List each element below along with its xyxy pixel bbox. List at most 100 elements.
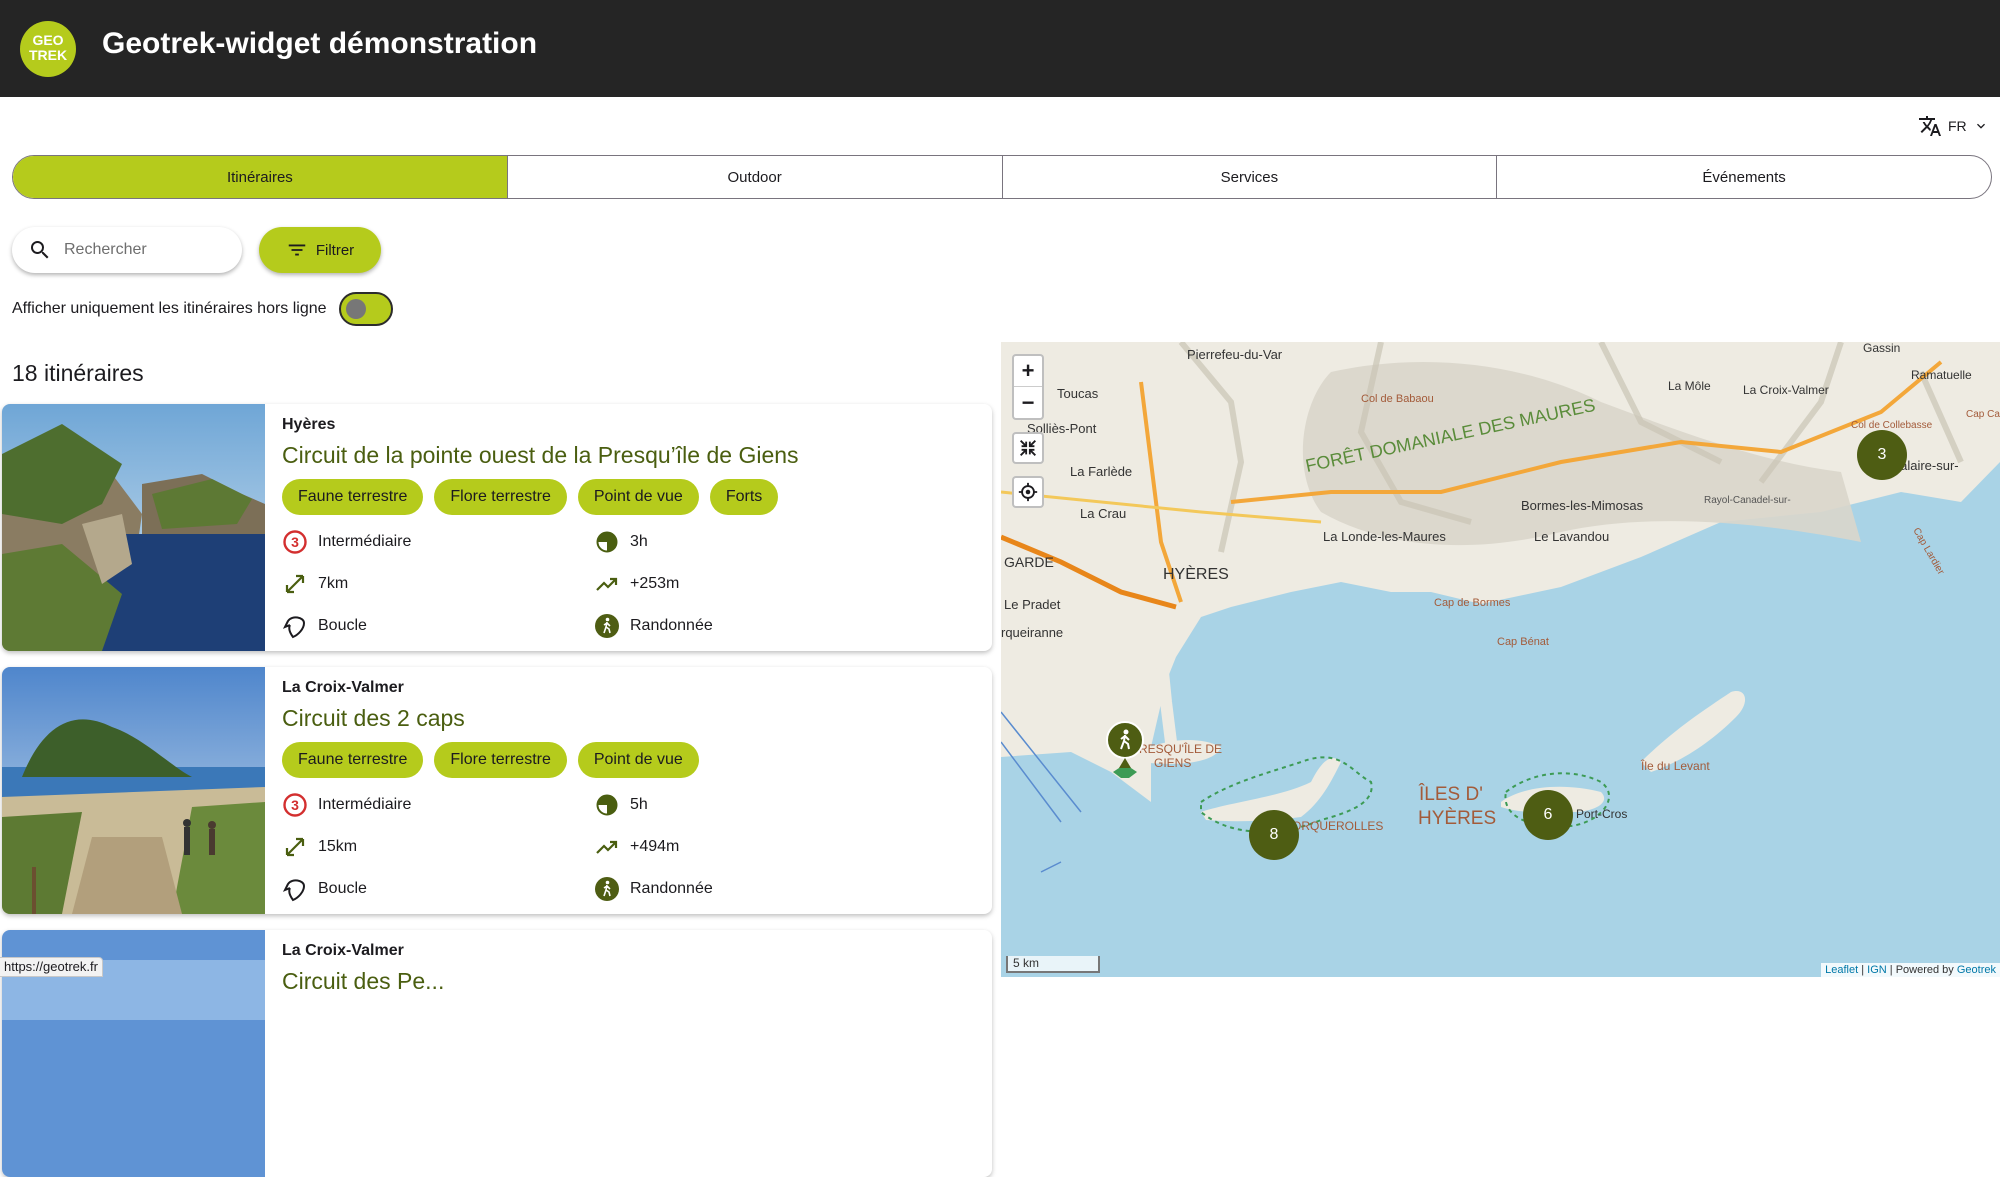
- results-count: 18 itinéraires: [12, 360, 144, 386]
- trek-tag: Flore terrestre: [434, 479, 567, 515]
- offline-filter-row: Afficher uniquement les itinéraires hors…: [12, 292, 393, 326]
- length-arrows-icon: [285, 574, 305, 594]
- trek-tag: Faune terrestre: [282, 479, 424, 515]
- svg-text:La Môle: La Môle: [1668, 379, 1711, 393]
- logo-text-top: GEO: [32, 32, 64, 48]
- filter-button[interactable]: Filtrer: [259, 227, 381, 273]
- map[interactable]: Pierrefeu-du-Var Toucas Solliès-Pont La …: [1001, 342, 2000, 977]
- duration-icon: [596, 794, 618, 816]
- map-cluster-marker[interactable]: 8: [1249, 810, 1299, 860]
- trek-difficulty-label: Intermédiaire: [318, 533, 412, 550]
- category-tabs: Itinéraires Outdoor Services Événements: [12, 155, 1992, 199]
- trek-duration-label: 5h: [630, 796, 648, 813]
- trek-ascent: +494m: [594, 826, 894, 868]
- attribution-geotrek-link[interactable]: Geotrek: [1957, 964, 1996, 976]
- page-title: Geotrek-widget démonstration: [102, 27, 538, 60]
- trek-difficulty: 3 Intermédiaire: [282, 521, 594, 563]
- attribution-ign-link[interactable]: IGN: [1867, 964, 1887, 976]
- trek-infos: 3 Intermédiaire 3h 7km +253m Boucle Rand…: [282, 521, 982, 647]
- trek-route: Boucle: [282, 605, 594, 647]
- svg-text:Cap Bénat: Cap Bénat: [1497, 636, 1549, 648]
- svg-text:ÎLES D': ÎLES D': [1418, 783, 1483, 805]
- svg-text:La Farlède: La Farlède: [1070, 464, 1132, 479]
- svg-text:La Croix-Valmer: La Croix-Valmer: [1743, 383, 1829, 397]
- trek-title[interactable]: Circuit des Pe...: [282, 968, 982, 995]
- svg-text:Ramatuelle: Ramatuelle: [1911, 368, 1972, 382]
- app-header: GEO TREK Geotrek-widget démonstration: [0, 0, 2000, 97]
- svg-text:Île du Levant: Île du Levant: [1640, 758, 1710, 773]
- offline-toggle[interactable]: [338, 292, 393, 326]
- locate-button[interactable]: [1012, 476, 1044, 508]
- tab-outdoor[interactable]: Outdoor: [508, 156, 1003, 198]
- trek-photo: [2, 667, 265, 914]
- trek-ascent: +253m: [594, 563, 894, 605]
- search-icon: [31, 241, 49, 259]
- svg-text:Le Pradet: Le Pradet: [1004, 597, 1061, 612]
- svg-text:Le Lavandou: Le Lavandou: [1534, 529, 1609, 544]
- trek-duration: 5h: [594, 784, 894, 826]
- svg-text:Col de Collebasse: Col de Collebasse: [1851, 420, 1933, 431]
- map-cluster-marker[interactable]: 3: [1857, 430, 1907, 480]
- search-input[interactable]: [64, 241, 234, 259]
- trek-tag: Faune terrestre: [282, 742, 424, 778]
- fullscreen-exit-button[interactable]: [1012, 432, 1044, 464]
- trek-practice-label: Randonnée: [630, 617, 713, 634]
- svg-text:GARDE: GARDE: [1004, 554, 1054, 570]
- trek-length: 7km: [282, 563, 594, 605]
- trek-city: La Croix-Valmer: [282, 679, 404, 696]
- zoom-out-button[interactable]: −: [1014, 387, 1042, 418]
- trek-length: 15km: [282, 826, 594, 868]
- trek-duration: 3h: [594, 521, 894, 563]
- loop-icon: [282, 879, 306, 902]
- collapse-arrows-icon: [1020, 440, 1036, 456]
- map-attribution: Leaflet | IGN | Powered by Geotrek: [1821, 963, 2000, 977]
- tab-evenements[interactable]: Événements: [1497, 156, 1991, 198]
- trek-difficulty: 3 Intermédiaire: [282, 784, 594, 826]
- language-selector[interactable]: FR: [1918, 114, 1989, 138]
- svg-text:GIENS: GIENS: [1154, 756, 1191, 770]
- map-scale: 5 km: [1006, 956, 1100, 973]
- trek-duration-label: 3h: [630, 533, 648, 550]
- trek-tags: Faune terrestre Flore terrestre Point de…: [282, 742, 982, 778]
- trek-card-body: La Croix-Valmer Circuit des 2 caps Faune…: [282, 679, 982, 910]
- trek-route-label: Boucle: [318, 617, 367, 634]
- chevron-down-icon: [1976, 123, 1985, 129]
- trek-practice: Randonnée: [594, 868, 894, 910]
- difficulty-3-icon: 3: [283, 793, 307, 817]
- trek-difficulty-label: Intermédiaire: [318, 796, 412, 813]
- trek-map-marker[interactable]: [1105, 720, 1145, 782]
- trek-title[interactable]: Circuit des 2 caps: [282, 705, 982, 732]
- svg-text:Rayol-Canadel-sur-: Rayol-Canadel-sur-: [1704, 495, 1791, 506]
- trek-tag: Forts: [709, 479, 779, 515]
- trek-length-label: 7km: [318, 575, 349, 592]
- offline-filter-label: Afficher uniquement les itinéraires hors…: [12, 300, 327, 317]
- svg-text:La Londe-les-Maures: La Londe-les-Maures: [1323, 529, 1446, 544]
- translate-icon: [1919, 116, 1941, 136]
- attribution-leaflet-link[interactable]: Leaflet: [1825, 964, 1858, 976]
- svg-text:Toucas: Toucas: [1057, 386, 1099, 401]
- trek-card[interactable]: La Croix-Valmer Circuit des 2 caps Faune…: [2, 667, 992, 914]
- map-cluster-marker[interactable]: 6: [1523, 790, 1573, 840]
- trek-title[interactable]: Circuit de la pointe ouest de la Presqu’…: [282, 442, 982, 469]
- trek-card[interactable]: Hyères Circuit de la pointe ouest de la …: [2, 404, 992, 651]
- zoom-in-button[interactable]: +: [1014, 356, 1042, 387]
- trek-photo: [2, 404, 265, 651]
- svg-text:Bormes-les-Mimosas: Bormes-les-Mimosas: [1521, 498, 1644, 513]
- geotrek-logo[interactable]: GEO TREK: [20, 21, 76, 77]
- trek-route-label: Boucle: [318, 880, 367, 897]
- tab-itineraires[interactable]: Itinéraires: [13, 156, 508, 198]
- zoom-control: + −: [1012, 354, 1044, 420]
- hiker-icon: [595, 614, 619, 638]
- svg-text:HYÈRES: HYÈRES: [1163, 564, 1229, 583]
- trek-card[interactable]: La Croix-Valmer Circuit des Pe...: [2, 930, 992, 1177]
- hiker-icon: [595, 877, 619, 901]
- trek-tag: Point de vue: [577, 742, 699, 778]
- filter-icon: [288, 244, 306, 256]
- svg-text:rqueiranne: rqueiranne: [1001, 625, 1063, 640]
- trek-tag: Point de vue: [577, 479, 699, 515]
- duration-icon: [596, 531, 618, 553]
- loop-icon: [282, 616, 306, 639]
- tab-services[interactable]: Services: [1003, 156, 1498, 198]
- trending-up-icon: [596, 840, 618, 854]
- svg-text:Port-Cros: Port-Cros: [1576, 807, 1627, 821]
